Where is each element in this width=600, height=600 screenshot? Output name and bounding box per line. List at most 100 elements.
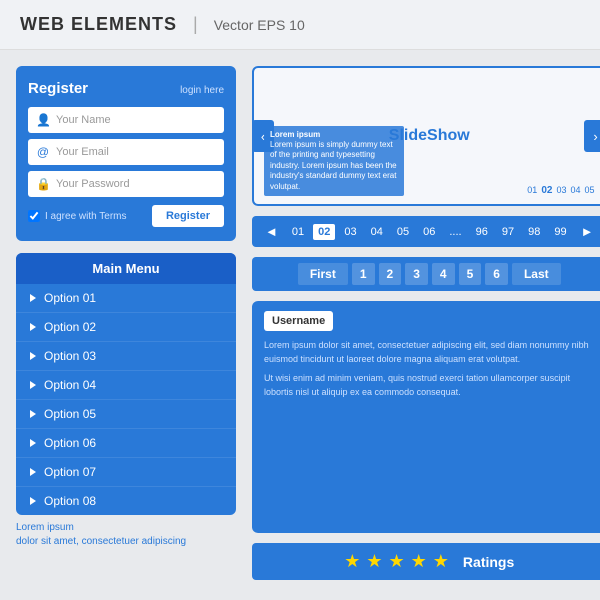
first-button[interactable]: First <box>298 263 348 285</box>
slide-lorem-box: Lorem ipsum Lorem ipsum is simply dummy … <box>264 126 404 196</box>
page-1-btn[interactable]: 1 <box>352 263 375 285</box>
page-05[interactable]: 05 <box>392 224 414 240</box>
slide-info: Lorem ipsum Lorem ipsum is simply dummy … <box>264 126 594 196</box>
menu-label-4: Option 04 <box>44 378 96 392</box>
agree-label[interactable]: I agree with Terms <box>28 210 127 222</box>
dot-3[interactable]: 03 <box>556 185 566 196</box>
dot-5[interactable]: 05 <box>584 185 594 196</box>
header-subtitle: Vector EPS 10 <box>214 17 305 33</box>
user-icon: 👤 <box>36 113 50 127</box>
lorem-body: Lorem ipsum is simply dummy text of the … <box>270 140 397 191</box>
star-1: ★ <box>344 551 360 572</box>
menu-label-8: Option 08 <box>44 494 96 508</box>
user-card: Username Lorem ipsum dolor sit amet, con… <box>252 301 600 533</box>
menu-item-1[interactable]: Option 01 <box>16 284 236 313</box>
page-97[interactable]: 97 <box>497 224 519 240</box>
password-placeholder: Your Password <box>56 178 130 190</box>
user-card-p1: Lorem ipsum dolor sit amet, consectetuer… <box>264 339 594 366</box>
user-card-p2: Ut wisi enim ad minim veniam, quis nostr… <box>264 372 594 399</box>
menu-item-5[interactable]: Option 05 <box>16 400 236 429</box>
arrow-icon-3 <box>30 352 36 360</box>
star-4: ★ <box>411 551 427 572</box>
page-ellipsis: .... <box>444 224 466 240</box>
slideshow: ‹ SlideShow › Lorem ipsum Lorem ipsum is… <box>252 66 600 206</box>
main-menu-section: Main Menu Option 01 Option 02 Option 03 … <box>16 253 236 549</box>
arrow-icon-6 <box>30 439 36 447</box>
pagination-bar-2: First 1 2 3 4 5 6 Last <box>252 257 600 291</box>
menu-item-7[interactable]: Option 07 <box>16 458 236 487</box>
page-06[interactable]: 06 <box>418 224 440 240</box>
dot-4[interactable]: 04 <box>570 185 580 196</box>
menu-item-8[interactable]: Option 08 <box>16 487 236 515</box>
header-divider: | <box>193 14 198 35</box>
email-icon: @ <box>36 145 50 159</box>
slide-dots: 01 02 03 04 05 <box>527 185 594 196</box>
agree-checkbox[interactable] <box>28 210 40 222</box>
menu-title: Main Menu <box>16 253 236 284</box>
page-header: WEB ELEMENTS | Vector EPS 10 <box>0 0 600 50</box>
password-field[interactable]: 🔒 Your Password <box>28 171 224 197</box>
menu-label-6: Option 06 <box>44 436 96 450</box>
page-98[interactable]: 98 <box>523 224 545 240</box>
menu-label-3: Option 03 <box>44 349 96 363</box>
menu-item-6[interactable]: Option 06 <box>16 429 236 458</box>
menu-footer: Lorem ipsum dolor sit amet, consectetuer… <box>16 515 236 549</box>
login-link[interactable]: login here <box>180 85 224 96</box>
register-header: Register login here <box>28 80 224 97</box>
lock-icon: 🔒 <box>36 177 50 191</box>
name-placeholder: Your Name <box>56 114 111 126</box>
menu-footer-line2: dolor sit amet, consectetuer adipiscing <box>16 535 236 549</box>
agree-text: I agree with Terms <box>45 211 127 222</box>
page-03[interactable]: 03 <box>339 224 361 240</box>
star-3: ★ <box>389 551 405 572</box>
menu-label-5: Option 05 <box>44 407 96 421</box>
page-04[interactable]: 04 <box>366 224 388 240</box>
username-badge: Username <box>264 311 333 331</box>
star-2: ★ <box>366 551 382 572</box>
ratings-bar: ★ ★ ★ ★ ★ Ratings <box>252 543 600 580</box>
register-form: Register login here 👤 Your Name @ Your E… <box>16 66 236 241</box>
page-6-btn[interactable]: 6 <box>485 263 508 285</box>
arrow-icon-2 <box>30 323 36 331</box>
menu-item-3[interactable]: Option 03 <box>16 342 236 371</box>
register-button[interactable]: Register <box>152 205 224 227</box>
page-3-btn[interactable]: 3 <box>405 263 428 285</box>
lorem-title: Lorem ipsum <box>270 130 320 139</box>
right-column: ‹ SlideShow › Lorem ipsum Lorem ipsum is… <box>252 66 600 580</box>
page-02[interactable]: 02 <box>313 224 335 240</box>
page-5-btn[interactable]: 5 <box>459 263 482 285</box>
menu-item-4[interactable]: Option 04 <box>16 371 236 400</box>
page-prev-button[interactable]: ◄ <box>260 222 283 241</box>
form-bottom: I agree with Terms Register <box>28 205 224 227</box>
main-content: Register login here 👤 Your Name @ Your E… <box>0 50 600 596</box>
page-2-btn[interactable]: 2 <box>379 263 402 285</box>
dot-1[interactable]: 01 <box>527 185 537 196</box>
page-99[interactable]: 99 <box>549 224 571 240</box>
page-title: WEB ELEMENTS <box>20 14 177 35</box>
register-title: Register <box>28 80 88 97</box>
dot-2[interactable]: 02 <box>541 185 552 196</box>
arrow-icon-7 <box>30 468 36 476</box>
menu-item-2[interactable]: Option 02 <box>16 313 236 342</box>
page-96[interactable]: 96 <box>471 224 493 240</box>
page-next-button[interactable]: ► <box>576 222 599 241</box>
menu-footer-line1: Lorem ipsum <box>16 521 236 535</box>
arrow-icon-8 <box>30 497 36 505</box>
menu-label-1: Option 01 <box>44 291 96 305</box>
arrow-icon-4 <box>30 381 36 389</box>
pagination-bar-1: ◄ 01 02 03 04 05 06 .... 96 97 98 99 ► <box>252 216 600 247</box>
email-field[interactable]: @ Your Email <box>28 139 224 165</box>
ratings-label: Ratings <box>463 554 514 570</box>
main-menu: Main Menu Option 01 Option 02 Option 03 … <box>16 253 236 515</box>
arrow-icon-1 <box>30 294 36 302</box>
email-placeholder: Your Email <box>56 146 109 158</box>
last-button[interactable]: Last <box>512 263 561 285</box>
page-01[interactable]: 01 <box>287 224 309 240</box>
menu-label-7: Option 07 <box>44 465 96 479</box>
arrow-icon-5 <box>30 410 36 418</box>
menu-label-2: Option 02 <box>44 320 96 334</box>
name-field[interactable]: 👤 Your Name <box>28 107 224 133</box>
left-column: Register login here 👤 Your Name @ Your E… <box>16 66 236 580</box>
page-4-btn[interactable]: 4 <box>432 263 455 285</box>
star-5: ★ <box>433 551 449 572</box>
